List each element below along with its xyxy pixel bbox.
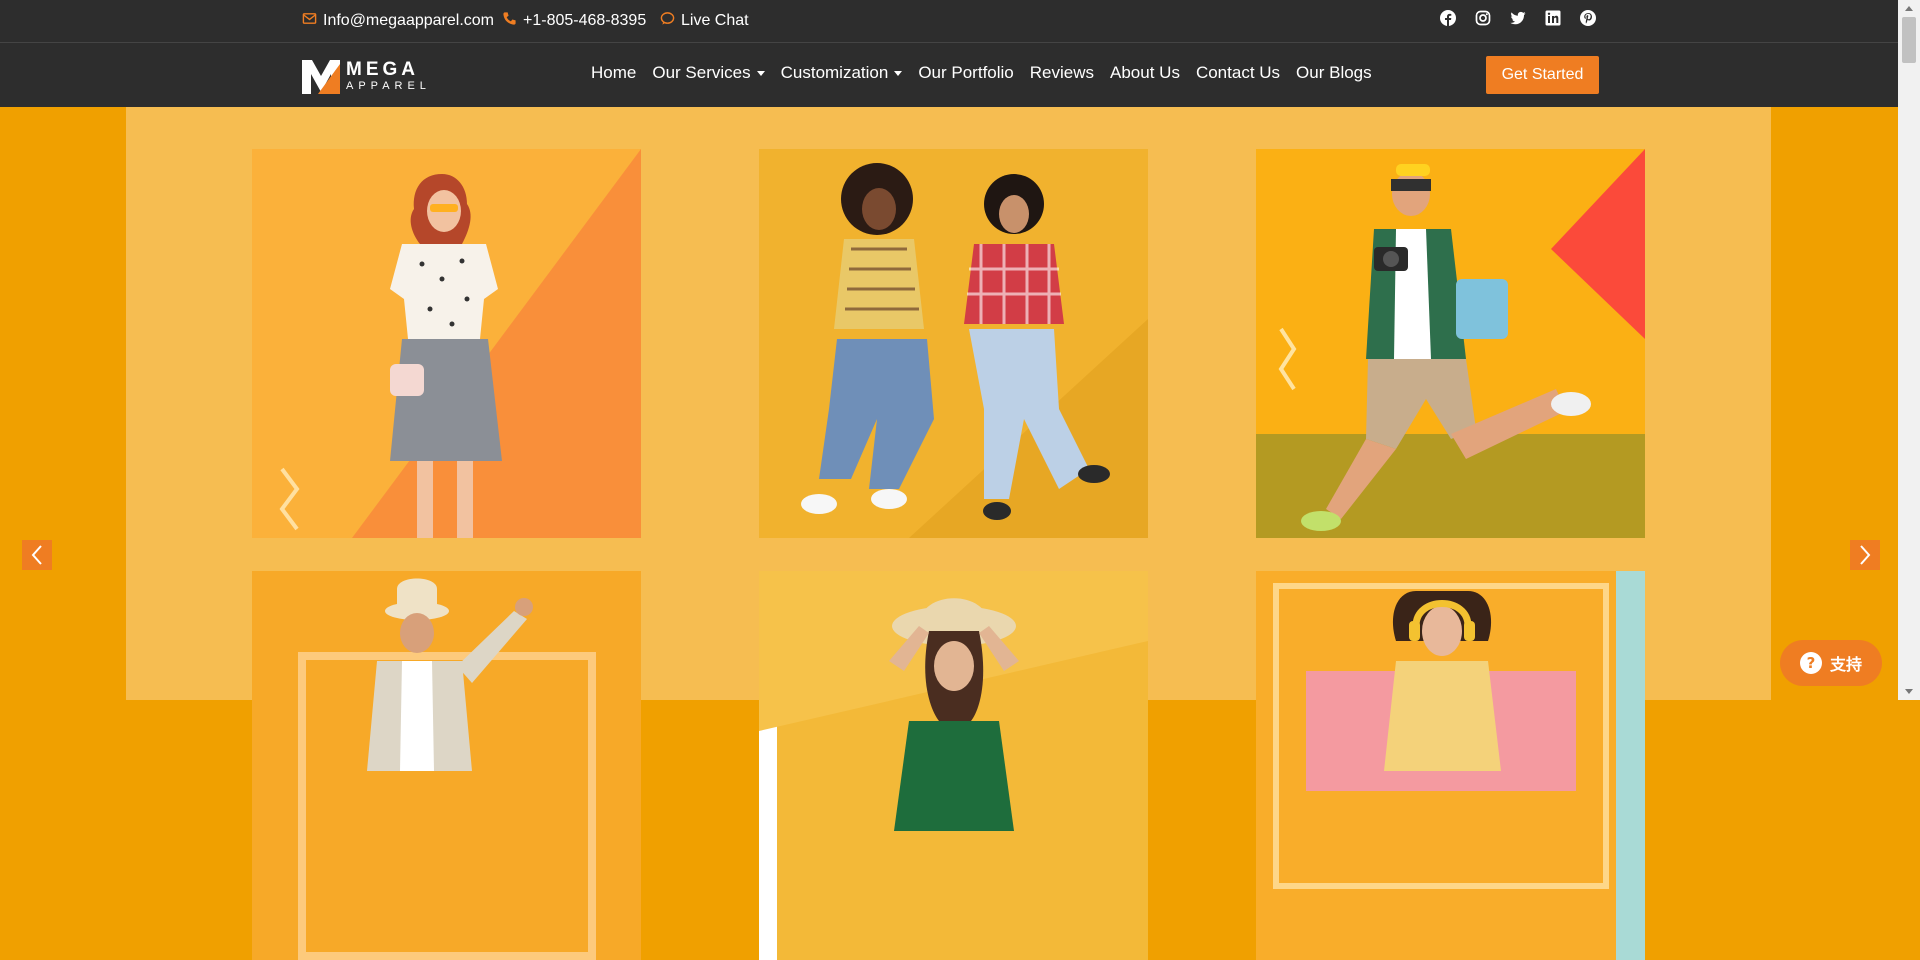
scroll-up-arrow-icon[interactable] xyxy=(1898,0,1920,17)
phone-icon xyxy=(502,11,517,31)
woman-with-headphones-photo[interactable] xyxy=(1256,571,1645,960)
two-women-jumping-photo[interactable] xyxy=(759,149,1148,538)
nav-contact-us-label: Contact Us xyxy=(1195,63,1281,82)
main-navbar: MEGA APPAREL Home Our Services Customiza… xyxy=(0,43,1920,107)
chat-text: Live Chat xyxy=(681,12,749,29)
support-chat-button[interactable]: ? 支持 xyxy=(1780,640,1882,686)
logo-line-2: APPAREL xyxy=(346,80,431,92)
man-in-hat-dancing-photo[interactable] xyxy=(252,571,641,960)
vertical-scrollbar[interactable] xyxy=(1898,0,1920,700)
logo-mark-icon xyxy=(302,60,340,94)
slide-panel xyxy=(126,107,1771,960)
nav-customization[interactable]: Customization xyxy=(781,63,903,83)
chevron-left-icon xyxy=(31,545,42,565)
caret-down-icon xyxy=(894,70,903,76)
nav-home[interactable]: Home xyxy=(591,63,636,83)
nav-contact-us[interactable]: Contact Us xyxy=(1196,63,1280,83)
logo-line-1: MEGA xyxy=(346,59,419,80)
twitter-icon[interactable] xyxy=(1510,10,1526,26)
nav-our-services[interactable]: Our Services xyxy=(652,63,765,83)
social-links xyxy=(1440,10,1596,26)
instagram-icon[interactable] xyxy=(1475,10,1491,26)
nav-our-portfolio[interactable]: Our Portfolio xyxy=(918,63,1013,83)
pinterest-icon[interactable] xyxy=(1580,10,1596,26)
scroll-down-arrow-icon[interactable] xyxy=(1898,683,1920,700)
mail-icon xyxy=(302,11,317,31)
primary-menu: Home Our Services Customization Our Port… xyxy=(591,63,1372,83)
nav-reviews-label: Reviews xyxy=(1029,63,1095,82)
linkedin-icon[interactable] xyxy=(1545,10,1561,26)
support-label: 支持 xyxy=(1829,655,1862,674)
nav-our-services-label: Our Services xyxy=(652,63,751,82)
slider-prev-button[interactable] xyxy=(22,540,52,570)
portfolio-slider xyxy=(0,107,1898,960)
woman-in-floral-top-photo[interactable] xyxy=(252,149,641,538)
chat-bubble-icon xyxy=(660,11,675,31)
nav-customization-label: Customization xyxy=(780,63,889,82)
chevron-right-icon xyxy=(1860,545,1871,565)
nav-our-blogs-label: Our Blogs xyxy=(1296,63,1372,82)
site-logo[interactable]: MEGA APPAREL xyxy=(302,56,431,96)
caret-down-icon xyxy=(756,70,765,76)
scrollbar-thumb[interactable] xyxy=(1902,17,1916,63)
get-started-button[interactable]: Get Started xyxy=(1486,56,1599,94)
top-contact-bar: Info@megaapparel.com +1-805-468-8395 Liv… xyxy=(0,0,1920,43)
phone-link[interactable]: +1-805-468-8395 xyxy=(502,11,646,31)
nav-about-us-label: About Us xyxy=(1110,63,1180,82)
email-link[interactable]: Info@megaapparel.com xyxy=(302,11,494,31)
help-question-icon: ? xyxy=(1799,652,1822,674)
nav-reviews[interactable]: Reviews xyxy=(1030,63,1094,83)
woman-in-straw-hat-photo[interactable] xyxy=(759,571,1148,960)
nav-our-blogs[interactable]: Our Blogs xyxy=(1296,63,1372,83)
nav-our-portfolio-label: Our Portfolio xyxy=(918,63,1014,82)
email-text: Info@megaapparel.com xyxy=(323,12,494,29)
nav-about-us[interactable]: About Us xyxy=(1110,63,1180,83)
man-with-camera-jumping-photo[interactable] xyxy=(1256,149,1645,538)
slider-next-button[interactable] xyxy=(1850,540,1880,570)
phone-text: +1-805-468-8395 xyxy=(523,12,647,29)
facebook-icon[interactable] xyxy=(1440,10,1456,26)
nav-home-label: Home xyxy=(591,63,637,82)
live-chat-link[interactable]: Live Chat xyxy=(660,11,749,31)
